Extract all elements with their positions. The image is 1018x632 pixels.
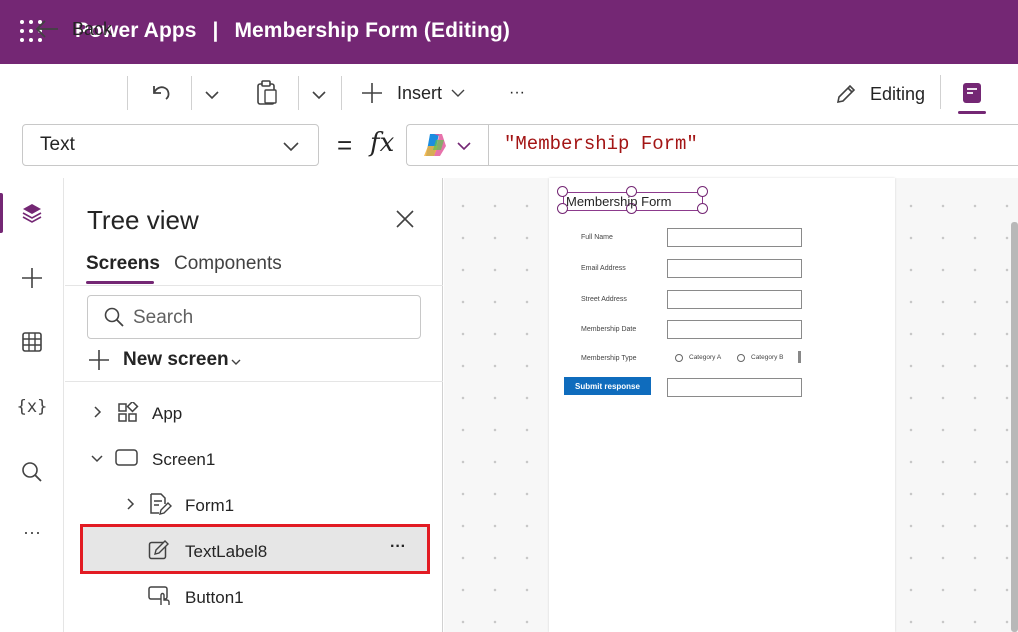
- email-input[interactable]: [667, 259, 802, 278]
- insert-label: Insert: [397, 82, 443, 103]
- divider: [488, 124, 489, 166]
- text-input[interactable]: [667, 378, 802, 397]
- divider: [341, 76, 342, 110]
- divider: [65, 285, 443, 286]
- tree-node-screen1[interactable]: Screen1: [152, 450, 215, 470]
- formula-input[interactable]: [406, 124, 1018, 166]
- membership-date-input[interactable]: [667, 320, 802, 339]
- tree-node-app[interactable]: App: [152, 404, 182, 424]
- property-dropdown[interactable]: Text: [22, 124, 319, 166]
- comments-button[interactable]: [960, 80, 984, 106]
- active-indicator: [958, 111, 986, 114]
- copilot-button[interactable]: [422, 132, 450, 163]
- new-screen-button[interactable]: [88, 349, 110, 376]
- tab-components[interactable]: Components: [174, 253, 282, 275]
- insert-button[interactable]: Insert: [361, 80, 466, 106]
- field-label: Street Address: [581, 296, 627, 303]
- copilot-icon: [424, 134, 446, 156]
- search-placeholder: Search: [133, 307, 194, 328]
- close-icon[interactable]: [393, 207, 417, 231]
- undo-button[interactable]: [150, 80, 172, 106]
- field-label: Email Address: [581, 265, 626, 272]
- chevron-down-icon: [205, 91, 219, 100]
- field-label: Membership Date: [581, 326, 637, 333]
- resize-handle[interactable]: [697, 203, 708, 214]
- radio-label: Category A: [689, 354, 722, 361]
- divider: [191, 76, 192, 110]
- search-icon[interactable]: [20, 460, 44, 484]
- pencil-icon: [836, 84, 856, 104]
- equals-sign: =: [337, 130, 353, 160]
- back-arrow-icon: [35, 20, 58, 38]
- tab-indicator: [86, 281, 154, 284]
- tab-screens[interactable]: Screens: [86, 253, 160, 275]
- variables-icon[interactable]: {x}: [17, 395, 48, 419]
- fx-button[interactable]: fx: [370, 128, 394, 158]
- divider: [940, 75, 941, 109]
- chevron-down-icon: [283, 142, 299, 152]
- radio-label: Category B: [751, 354, 784, 361]
- plus-icon: [362, 83, 382, 103]
- chevron-right-icon[interactable]: [92, 405, 104, 419]
- radio-button[interactable]: [675, 354, 683, 362]
- notes-icon: [963, 83, 981, 103]
- tree-node-form1[interactable]: Form1: [185, 496, 234, 516]
- chevron-right-icon[interactable]: [125, 497, 137, 511]
- highlight-outline: [80, 524, 430, 574]
- plus-icon: [89, 350, 109, 370]
- divider: [65, 381, 443, 382]
- field-label: Membership Type: [581, 355, 637, 362]
- chevron-down-icon[interactable]: [456, 138, 472, 154]
- insert-icon[interactable]: [20, 266, 44, 290]
- title-bar: Power Apps | Membership Form (Editing): [0, 0, 1018, 64]
- panel-title: Tree view: [87, 205, 199, 235]
- app-title: Power Apps | Membership Form (Editing): [75, 19, 510, 43]
- resize-handle[interactable]: [697, 186, 708, 197]
- field-label: Full Name: [581, 234, 613, 241]
- clipboard-icon: [257, 80, 277, 105]
- submit-button[interactable]: Submit response: [564, 377, 651, 395]
- screen-icon: [115, 449, 138, 466]
- tree-node-button1[interactable]: Button1: [185, 588, 244, 608]
- chevron-down-icon[interactable]: [90, 453, 104, 465]
- chevron-down-icon[interactable]: [230, 356, 242, 368]
- app-icon: [118, 402, 139, 422]
- search-icon: [104, 307, 124, 327]
- rail-active-indicator: [0, 193, 3, 233]
- editing-label: Editing: [870, 83, 926, 104]
- tree-view-icon[interactable]: [20, 201, 44, 225]
- button-icon: [148, 586, 170, 605]
- back-button[interactable]: Back: [34, 16, 112, 42]
- chevron-down-icon: [451, 89, 465, 97]
- document-title: Membership Form (Editing): [234, 19, 510, 42]
- scrollbar[interactable]: [1011, 222, 1018, 632]
- undo-dropdown-button[interactable]: [203, 82, 221, 108]
- paste-dropdown-button[interactable]: [310, 82, 328, 108]
- more-commands-button[interactable]: ···: [509, 80, 525, 106]
- chevron-down-icon: [312, 91, 326, 100]
- full-name-input[interactable]: [667, 228, 802, 247]
- new-screen-label[interactable]: New screen: [123, 349, 229, 371]
- street-address-input[interactable]: [667, 290, 802, 309]
- divider: [298, 76, 299, 110]
- title-separator: |: [212, 19, 219, 42]
- property-value: Text: [40, 134, 75, 155]
- paste-button[interactable]: [256, 80, 278, 106]
- scrollbar[interactable]: [798, 351, 801, 363]
- editing-mode-button[interactable]: Editing: [834, 81, 925, 107]
- back-label: Back: [72, 18, 113, 39]
- divider: [127, 76, 128, 110]
- formula-text[interactable]: "Membership Form": [504, 133, 698, 155]
- more-icon[interactable]: ···: [20, 520, 44, 544]
- radio-button[interactable]: [737, 354, 745, 362]
- data-table-icon[interactable]: [20, 330, 44, 354]
- form-icon: [150, 493, 172, 515]
- form-title-label[interactable]: Membership Form: [566, 194, 671, 209]
- undo-icon: [153, 86, 170, 100]
